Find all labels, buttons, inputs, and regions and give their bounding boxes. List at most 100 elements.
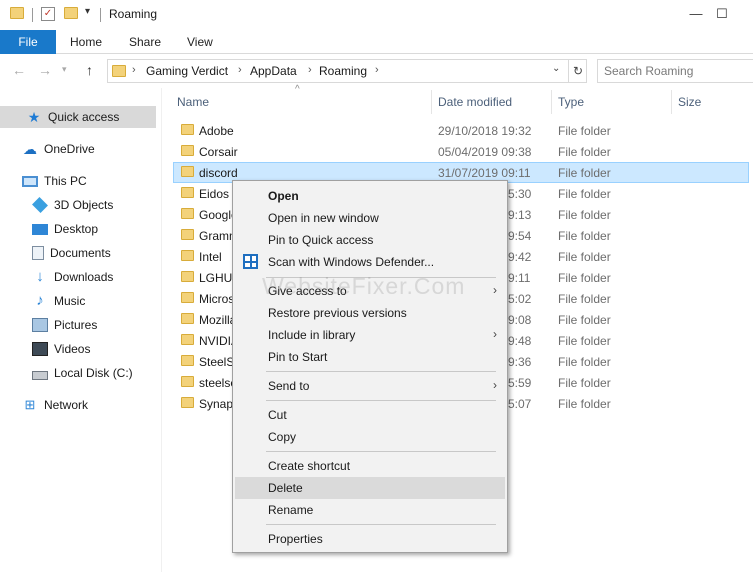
column-header-size[interactable]: Size xyxy=(678,95,701,109)
column-divider[interactable] xyxy=(671,90,672,114)
search-input[interactable]: Search Roaming xyxy=(597,59,753,83)
menu-label: Properties xyxy=(268,532,323,546)
menu-item-cut[interactable]: Cut xyxy=(235,404,505,426)
file-date: 31/07/2019 09:11 xyxy=(438,166,531,180)
menu-item-properties[interactable]: Properties xyxy=(235,528,505,550)
menu-item-pin-quick-access[interactable]: Pin to Quick access xyxy=(235,229,505,251)
menu-label: Rename xyxy=(268,503,314,517)
menu-label: Send to xyxy=(268,379,310,393)
nav-label: Pictures xyxy=(54,318,98,332)
menu-item-include-library[interactable]: Include in library › xyxy=(235,324,505,346)
nav-onedrive[interactable]: ☁ OneDrive xyxy=(0,138,156,160)
tab-home[interactable]: Home xyxy=(70,35,102,49)
nav-local-disk[interactable]: Local Disk (C:) xyxy=(0,362,156,384)
menu-item-copy[interactable]: Copy xyxy=(235,426,505,448)
breadcrumb-appdata[interactable]: AppData xyxy=(250,64,297,78)
file-type: File folder xyxy=(558,208,611,222)
cube-icon xyxy=(32,197,48,213)
menu-label: Include in library xyxy=(268,328,356,342)
column-divider[interactable] xyxy=(431,90,432,114)
column-divider[interactable] xyxy=(551,90,552,114)
minimize-icon[interactable]: — xyxy=(686,4,706,24)
table-row[interactable]: Corsair 05/04/2019 09:38 File folder xyxy=(173,141,749,162)
table-row[interactable]: Adobe 29/10/2018 19:32 File folder xyxy=(173,120,749,141)
breadcrumb-separator-icon[interactable]: › xyxy=(238,64,242,76)
column-header-type[interactable]: Type xyxy=(558,95,584,109)
menu-label: Pin to Start xyxy=(268,350,328,364)
folder-icon[interactable] xyxy=(10,7,24,19)
nav-label: This PC xyxy=(44,174,87,188)
folder-icon xyxy=(181,271,194,282)
menu-separator xyxy=(266,277,496,278)
menu-item-open-new-window[interactable]: Open in new window xyxy=(235,207,505,229)
new-folder-icon[interactable] xyxy=(64,7,78,19)
menu-item-open[interactable]: Open xyxy=(235,185,505,207)
breadcrumb-gaming-verdict[interactable]: Gaming Verdict xyxy=(146,64,228,78)
address-dropdown-icon[interactable]: ⌄ xyxy=(552,63,560,74)
refresh-icon[interactable]: ↻ xyxy=(568,60,587,82)
nav-label: 3D Objects xyxy=(54,198,114,212)
breadcrumb-separator-icon[interactable]: › xyxy=(375,64,379,76)
folder-icon xyxy=(181,124,194,135)
folder-icon xyxy=(181,250,194,261)
file-date: 5:02 xyxy=(508,292,532,306)
nav-this-pc[interactable]: This PC xyxy=(0,170,156,192)
nav-videos[interactable]: Videos xyxy=(0,338,156,360)
file-type: File folder xyxy=(558,313,611,327)
menu-separator xyxy=(266,524,496,525)
tab-file[interactable]: File xyxy=(0,30,56,54)
maximize-icon[interactable]: ☐ xyxy=(712,4,732,24)
back-arrow-icon[interactable]: ← xyxy=(12,62,26,78)
menu-label: Delete xyxy=(268,481,303,495)
nav-downloads[interactable]: ↓ Downloads xyxy=(0,266,156,288)
nav-quick-access[interactable]: ★ Quick access xyxy=(0,106,156,128)
folder-icon xyxy=(112,65,126,77)
nav-label: Downloads xyxy=(54,270,114,284)
tab-share[interactable]: Share xyxy=(129,35,161,49)
menu-item-create-shortcut[interactable]: Create shortcut xyxy=(235,455,505,477)
breadcrumb-separator-icon[interactable]: › xyxy=(132,64,136,76)
breadcrumb-separator-icon[interactable]: › xyxy=(308,64,312,76)
menu-item-rename[interactable]: Rename xyxy=(235,499,505,521)
menu-item-give-access[interactable]: Give access to › xyxy=(235,280,505,302)
menu-item-pin-start[interactable]: Pin to Start xyxy=(235,346,505,368)
breadcrumb-roaming[interactable]: Roaming xyxy=(319,64,367,78)
forward-arrow-icon[interactable]: → xyxy=(38,62,52,78)
nav-label: Documents xyxy=(50,246,111,260)
up-arrow-icon[interactable]: ↑ xyxy=(86,62,93,78)
tab-view[interactable]: View xyxy=(187,35,213,49)
network-icon: ⊞ xyxy=(24,397,36,412)
menu-separator xyxy=(266,400,496,401)
nav-label: Quick access xyxy=(48,110,120,124)
menu-item-send-to[interactable]: Send to › xyxy=(235,375,505,397)
nav-desktop[interactable]: Desktop xyxy=(0,218,156,240)
nav-documents[interactable]: Documents xyxy=(0,242,156,264)
submenu-arrow-icon: › xyxy=(493,378,497,392)
file-type: File folder xyxy=(558,271,611,285)
customize-toolbar-chevron-icon[interactable]: ▾ xyxy=(85,6,90,17)
file-date: 9:11 xyxy=(508,271,531,285)
nav-label: Music xyxy=(54,294,86,308)
column-header-name[interactable]: Name xyxy=(177,95,209,109)
folder-icon xyxy=(181,229,194,240)
column-header-date[interactable]: Date modified xyxy=(438,95,512,109)
nav-music[interactable]: ♪ Music xyxy=(0,290,156,312)
nav-network[interactable]: ⊞ Network xyxy=(0,394,156,416)
file-date: 5:30 xyxy=(508,187,532,201)
music-note-icon: ♪ xyxy=(36,292,44,309)
properties-icon[interactable]: ✓ xyxy=(41,7,55,21)
menu-item-scan-defender[interactable]: Scan with Windows Defender... xyxy=(235,251,505,273)
recent-locations-chevron-icon[interactable]: ▾ xyxy=(62,64,67,75)
file-name: Corsair xyxy=(199,145,238,159)
menu-item-delete[interactable]: Delete xyxy=(235,477,505,499)
menu-label: Restore previous versions xyxy=(268,306,407,320)
nav-label: Local Disk (C:) xyxy=(54,366,133,380)
address-bar[interactable]: › Gaming Verdict › AppData › Roaming › ⌄… xyxy=(107,59,587,83)
menu-label: Give access to xyxy=(268,284,347,298)
nav-pictures[interactable]: Pictures xyxy=(0,314,156,336)
nav-label: Network xyxy=(44,398,89,412)
cloud-icon: ☁ xyxy=(23,141,37,157)
menu-separator xyxy=(266,451,496,452)
nav-3d-objects[interactable]: 3D Objects xyxy=(0,194,156,216)
menu-item-restore-versions[interactable]: Restore previous versions xyxy=(235,302,505,324)
